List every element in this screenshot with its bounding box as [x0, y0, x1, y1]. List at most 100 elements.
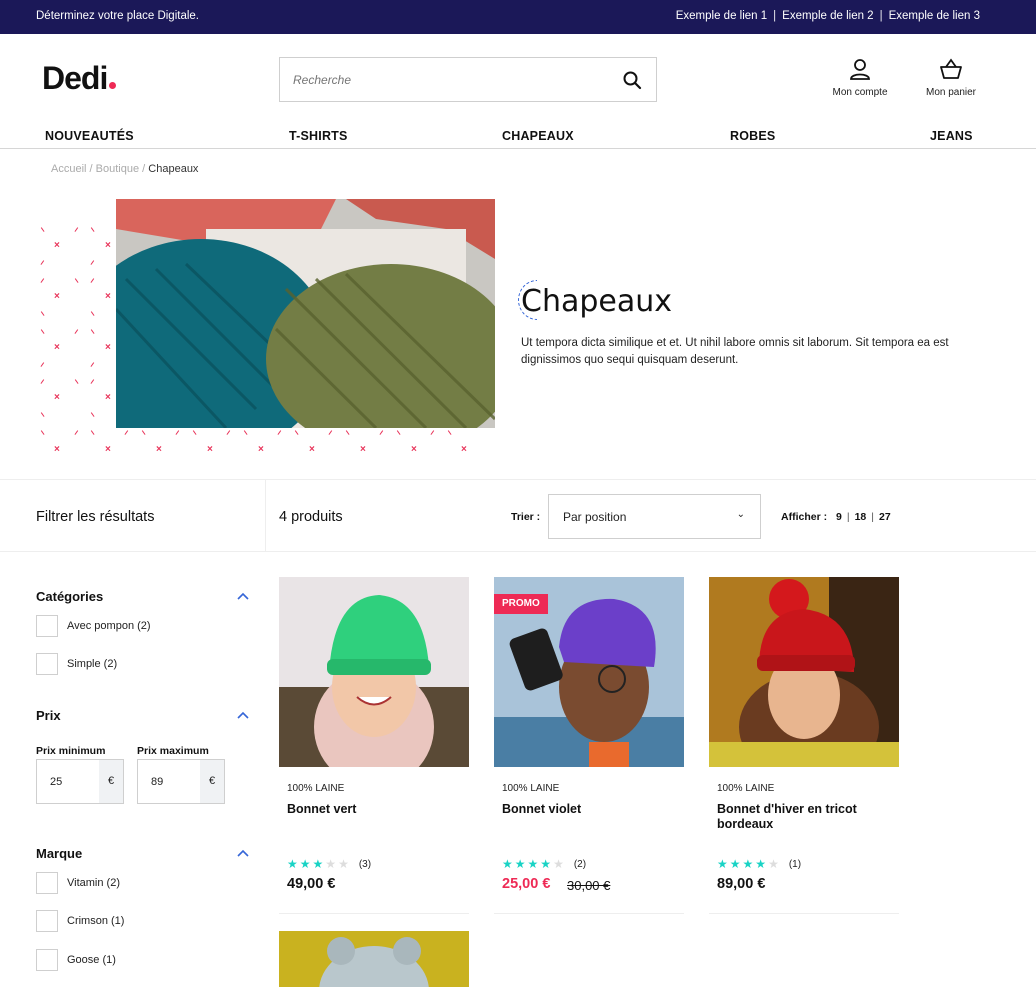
pattern-tick: [447, 430, 452, 436]
cart-button[interactable]: Mon panier: [919, 57, 983, 98]
product-image[interactable]: [279, 577, 469, 767]
review-count: (2): [573, 858, 587, 870]
sort-select[interactable]: Par position ⌄: [548, 494, 761, 539]
pattern-cross: ×: [54, 444, 60, 455]
price-min-input[interactable]: [37, 760, 99, 803]
star-icon: ★: [742, 857, 754, 871]
nav-item-tshirts[interactable]: T-SHIRTS: [289, 129, 348, 143]
pattern-tick: [90, 311, 95, 317]
product-rating: ★ ★ ★ ★ ★ (3): [287, 858, 371, 870]
chevron-up-icon[interactable]: [236, 848, 250, 858]
product-card[interactable]: [279, 931, 469, 987]
search-input[interactable]: [280, 58, 600, 101]
top-link-1[interactable]: Exemple de lien 1: [676, 10, 767, 22]
product-card[interactable]: 100% LAINE Bonnet vert ★ ★ ★ ★ ★ (3) 49,…: [279, 577, 469, 914]
product-rating: ★ ★ ★ ★ ★ (2): [502, 858, 586, 870]
currency-label: €: [99, 760, 123, 803]
price-max-input[interactable]: [138, 760, 200, 803]
category-title: Chapeaux: [518, 280, 672, 320]
product-image[interactable]: [709, 577, 899, 767]
filter-checkbox-goose[interactable]: [36, 949, 58, 971]
breadcrumb-shop[interactable]: Boutique: [96, 163, 139, 175]
product-name[interactable]: Bonnet d'hiver en tricot bordeaux: [717, 802, 892, 832]
product-material: 100% LAINE: [502, 783, 560, 794]
breadcrumb: Accueil / Boutique / Chapeaux: [51, 163, 199, 175]
pattern-cross: ×: [54, 342, 60, 353]
filter-results-title: Filtrer les résultats: [36, 509, 155, 525]
filter-checkbox-crimson[interactable]: [36, 910, 58, 932]
pattern-cross: ×: [360, 444, 366, 455]
product-count: 4 produits: [279, 509, 343, 525]
show-label: Afficher :: [781, 511, 828, 523]
top-links: Exemple de lien 1 | Exemple de lien 2 | …: [675, 10, 980, 22]
pattern-tick: [328, 430, 333, 436]
page-size-27[interactable]: 27: [879, 511, 891, 523]
cart-label: Mon panier: [925, 87, 977, 98]
pattern-tick: [40, 430, 45, 436]
page-size-options: 9 | 18 | 27: [836, 511, 891, 523]
page-size-18[interactable]: 18: [855, 511, 867, 523]
logo-text: Dedi: [42, 60, 108, 96]
price-min-label: Prix minimum: [36, 745, 106, 757]
star-icon: ★: [755, 857, 767, 871]
product-card[interactable]: PROMO 100% LAINE Bonnet violet ★ ★ ★ ★ ★…: [494, 577, 684, 914]
pattern-tick: [74, 278, 79, 284]
pattern-tick: [74, 379, 79, 385]
pattern-tick: [90, 227, 95, 233]
nav-item-jeans[interactable]: JEANS: [930, 129, 973, 143]
pattern-cross: ×: [309, 444, 315, 455]
star-icon: ★: [312, 857, 324, 871]
nav-item-nouveautes[interactable]: NOUVEAUTÉS: [45, 129, 134, 143]
star-icon: ★: [325, 857, 337, 871]
pattern-tick: [379, 430, 384, 436]
pattern-tick: [74, 329, 79, 335]
filter-checkbox-simple[interactable]: [36, 653, 58, 675]
pattern-cross: ×: [461, 444, 467, 455]
pattern-cross: ×: [411, 444, 417, 455]
star-icon: ★: [527, 857, 539, 871]
search-button[interactable]: [622, 70, 642, 90]
filter-option-label: Avec pompon (2): [67, 620, 151, 632]
review-count: (3): [358, 858, 372, 870]
star-icon: ★: [299, 857, 311, 871]
product-name[interactable]: Bonnet violet: [502, 802, 677, 817]
product-price: 89,00 €: [717, 876, 766, 892]
top-link-2[interactable]: Exemple de lien 2: [782, 10, 873, 22]
filter-option-label: Crimson (1): [67, 915, 125, 927]
pattern-cross: ×: [156, 444, 162, 455]
product-image[interactable]: PROMO: [494, 577, 684, 767]
top-link-3[interactable]: Exemple de lien 3: [889, 10, 980, 22]
pattern-cross: ×: [105, 444, 111, 455]
chevron-up-icon[interactable]: [236, 710, 250, 720]
currency-label: €: [200, 760, 224, 803]
filter-categories-title: Catégories: [36, 589, 104, 604]
filter-checkbox-avec-pompon[interactable]: [36, 615, 58, 637]
logo[interactable]: Dedi: [42, 60, 117, 97]
basket-icon: [940, 58, 962, 79]
pattern-tick: [345, 430, 350, 436]
pattern-cross: ×: [258, 444, 264, 455]
user-icon: [850, 59, 870, 80]
pattern-cross: ×: [54, 240, 60, 251]
product-card[interactable]: 100% LAINE Bonnet d'hiver en tricot bord…: [709, 577, 899, 914]
pattern-cross: ×: [105, 240, 111, 251]
pattern-tick: [40, 329, 45, 335]
chevron-up-icon[interactable]: [236, 591, 250, 601]
product-name[interactable]: Bonnet vert: [287, 802, 462, 817]
account-button[interactable]: Mon compte: [826, 57, 894, 98]
filter-checkbox-vitamin[interactable]: [36, 872, 58, 894]
product-rating: ★ ★ ★ ★ ★ (1): [717, 858, 801, 870]
pattern-tick: [90, 260, 95, 266]
listing-toolbar: Filtrer les résultats 4 produits Trier :…: [0, 479, 1036, 552]
nav-item-robes[interactable]: ROBES: [730, 129, 775, 143]
star-icon: ★: [338, 857, 349, 871]
product-image[interactable]: [279, 931, 469, 987]
sort-select-value: Par position: [563, 510, 627, 524]
pattern-tick: [430, 430, 435, 436]
pattern-tick: [192, 430, 197, 436]
nav-item-chapeaux[interactable]: CHAPEAUX: [502, 129, 574, 143]
pattern-tick: [90, 362, 95, 368]
pattern-cross: ×: [105, 342, 111, 353]
breadcrumb-home[interactable]: Accueil: [51, 163, 86, 175]
page-size-9[interactable]: 9: [836, 511, 842, 523]
